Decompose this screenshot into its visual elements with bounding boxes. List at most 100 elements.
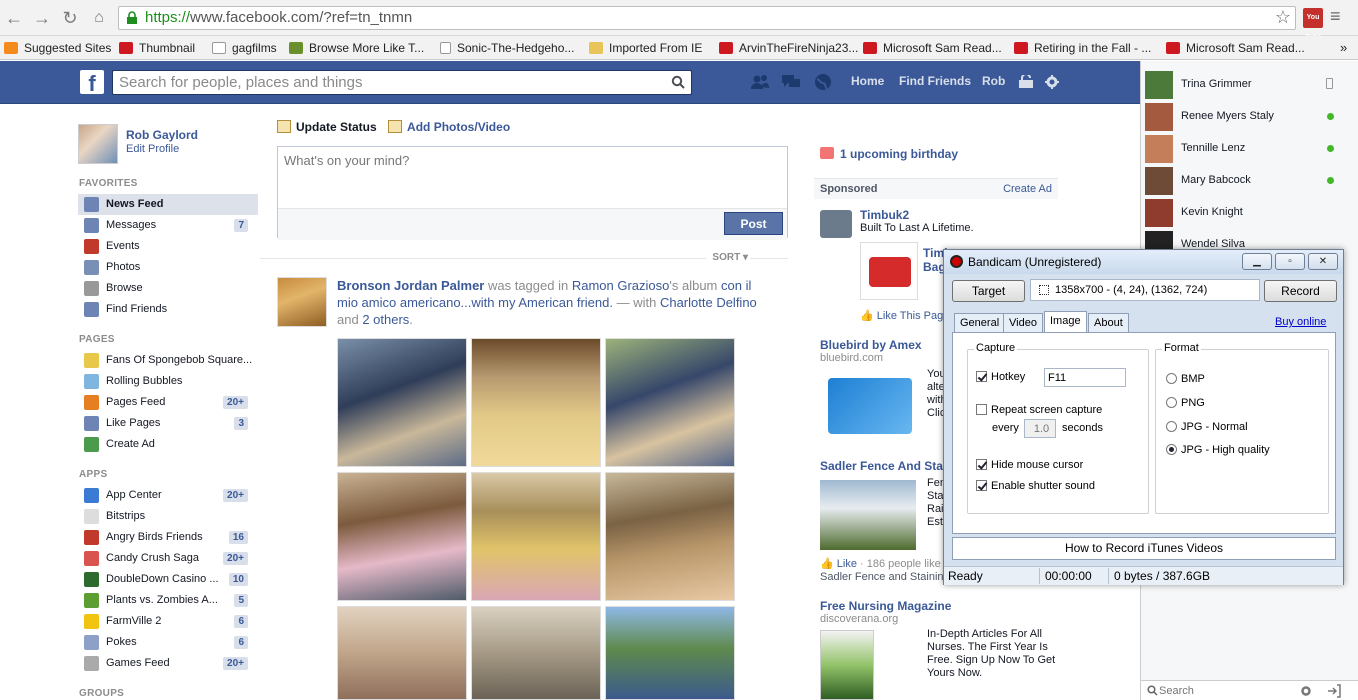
profile-avatar[interactable] [78,124,118,164]
settings-gear-icon[interactable] [1045,75,1059,89]
notifications-globe-icon[interactable] [813,73,833,91]
status-input[interactable] [278,147,787,205]
bandicam-titlebar[interactable]: Bandicam (Unregistered) ▁ ▫ ✕ [944,250,1343,274]
chat-friend[interactable]: Kevin Knight [1141,197,1358,229]
pages-item[interactable]: Rolling Bubbles [78,371,258,392]
ad-title[interactable]: Timbuk2 [860,208,974,222]
favorites-item[interactable]: Messages 7 [78,215,258,236]
pages-item[interactable]: Fans Of Spongebob Square... [78,350,258,371]
minimize-icon[interactable]: ▁ [1242,253,1272,270]
ad-image[interactable] [828,378,912,434]
tab-image[interactable]: Image [1044,311,1087,333]
profile-link[interactable]: Rob [982,74,1005,88]
create-ad-link[interactable]: Create Ad [1003,179,1052,199]
favorites-item[interactable]: Photos [78,257,258,278]
apps-item[interactable]: Candy Crush Saga 20+ [78,548,258,569]
facebook-logo[interactable]: f [80,70,104,96]
format-jpg-high-radio[interactable]: JPG - High quality [1166,444,1270,456]
find-friends-link[interactable]: Find Friends [899,74,971,88]
target-button[interactable]: Target [952,280,1025,302]
chat-options-gear-icon[interactable] [1299,684,1313,698]
repeat-interval-field[interactable] [1024,419,1056,438]
format-png-radio[interactable]: PNG [1166,397,1205,409]
favorites-item[interactable]: News Feed [78,194,258,215]
hide-cursor-checkbox[interactable]: Hide mouse cursor [976,459,1083,471]
story-actor-avatar[interactable] [277,277,327,327]
record-button[interactable]: Record [1264,280,1337,302]
chat-popout-icon[interactable] [1327,684,1341,698]
chat-search-input[interactable] [1159,683,1289,699]
story-others-link[interactable]: 2 others [362,312,409,327]
ad-image[interactable] [820,210,852,238]
repeat-capture-checkbox[interactable]: Repeat screen capture [976,404,1102,416]
ad-like-link[interactable]: 👍 Like [820,558,857,570]
story-owner-link[interactable]: Ramon Grazioso [572,278,670,293]
bookmark-item[interactable]: gagfilms [212,39,277,57]
bookmark-item[interactable]: Microsoft Sam Read... [863,39,1002,57]
story-actor-link[interactable]: Bronson Jordan Palmer [337,278,484,293]
ad-image[interactable] [820,630,874,700]
pages-heading[interactable]: PAGES [79,334,258,345]
ad-title[interactable]: Free Nursing Magazine [820,599,1058,613]
format-jpg-normal-radio[interactable]: JPG - Normal [1166,421,1248,433]
close-icon[interactable]: ✕ [1308,253,1338,270]
bookmark-item[interactable]: Sonic-The-Hedgeho... [440,39,574,57]
facebook-search-input[interactable] [113,71,653,94]
album-photo[interactable] [337,338,467,467]
pages-item[interactable]: Create Ad [78,434,258,455]
sort-dropdown[interactable]: SORT ▾ [706,252,750,263]
bookmark-star-icon[interactable]: ☆ [1275,7,1291,28]
friend-requests-icon[interactable] [750,73,770,91]
pages-item[interactable]: Like Pages 3 [78,413,258,434]
edit-profile-link[interactable]: Edit Profile [126,143,179,155]
bookmark-item[interactable]: Suggested Sites [4,39,111,57]
format-bmp-radio[interactable]: BMP [1166,373,1205,385]
bookmark-item[interactable]: Retiring in the Fall - ... [1014,39,1151,57]
album-photo[interactable] [605,472,735,601]
profile-name-link[interactable]: Rob Gaylord [126,128,198,142]
apps-item[interactable]: DoubleDown Casino ... 10 [78,569,258,590]
ad-nursing-magazine[interactable]: Free Nursing Magazine discoverana.org In… [820,599,1058,700]
apps-item[interactable]: Angry Birds Friends 16 [78,527,258,548]
apps-item[interactable]: Pokes 6 [78,632,258,653]
apps-item[interactable]: Plants vs. Zombies A... 5 [78,590,258,611]
apps-item[interactable]: Bitstrips [78,506,258,527]
capture-area-field[interactable]: 1358x700 - (4, 24), (1362, 724) [1030,279,1260,301]
shutter-sound-checkbox[interactable]: Enable shutter sound [976,480,1095,492]
search-icon[interactable] [671,75,685,89]
bookmark-item[interactable]: Browse More Like T... [289,39,424,57]
address-bar[interactable]: https://www.facebook.com/?ref=tn_tnmn ☆ [118,6,1296,30]
bookmark-item[interactable]: ArvinTheFireNinja23... [719,39,858,57]
browser-menu-icon[interactable]: ≡ [1330,6,1341,27]
back-arrow-icon[interactable]: ← [4,8,24,28]
tab-general[interactable]: General [954,313,1006,332]
chat-friend[interactable]: Renee Myers Staly [1141,101,1358,133]
chat-friend[interactable]: Mary Babcock [1141,165,1358,197]
chat-friend[interactable]: Tennille Lenz [1141,133,1358,165]
story-tagged-link[interactable]: Charlotte Delfino [660,295,757,310]
bookmark-item[interactable]: Thumbnail [119,39,195,57]
album-photo[interactable] [605,606,735,700]
buy-online-link[interactable]: Buy online [1275,316,1326,328]
groups-heading[interactable]: GROUPS [79,688,258,699]
apps-heading[interactable]: APPS [79,469,258,480]
restore-icon[interactable]: ▫ [1275,253,1305,270]
birthday-reminder[interactable]: 1 upcoming birthday [820,147,958,161]
pages-item[interactable]: Pages Feed 20+ [78,392,258,413]
ad-image[interactable] [820,480,916,550]
favorites-item[interactable]: Browse [78,278,258,299]
bookmark-item[interactable]: Imported From IE [589,39,702,57]
facebook-search[interactable] [112,70,692,95]
hotkey-checkbox[interactable]: Hotkey [976,371,1025,383]
tab-video[interactable]: Video [1003,313,1043,332]
album-photo[interactable] [605,338,735,467]
favorites-item[interactable]: Find Friends [78,299,258,320]
tab-update-status[interactable]: Update Status [277,120,377,134]
more-bookmarks-chevron[interactable]: » [1340,39,1347,57]
apps-item[interactable]: App Center 20+ [78,485,258,506]
album-photo[interactable] [471,606,601,700]
album-photo[interactable] [337,606,467,700]
reload-icon[interactable]: ↻ [60,8,80,28]
home-icon[interactable]: ⌂ [89,8,109,28]
home-link[interactable]: Home [851,74,884,88]
